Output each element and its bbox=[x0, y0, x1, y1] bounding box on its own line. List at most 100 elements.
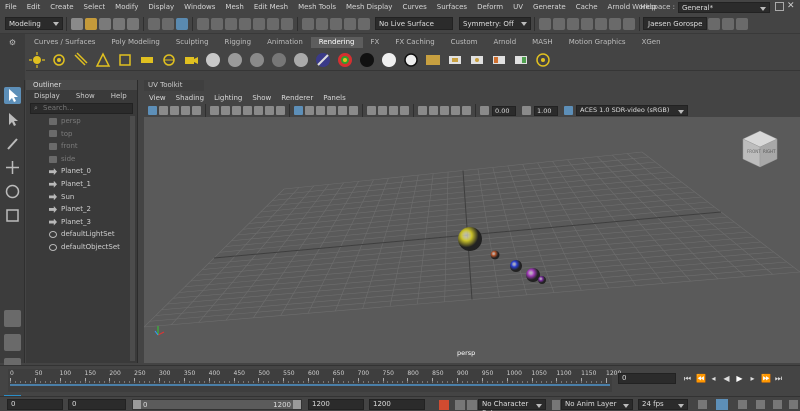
sky-light-icon[interactable] bbox=[161, 52, 177, 68]
range-slider-handle-right[interactable] bbox=[293, 400, 301, 409]
menu-uv[interactable]: UV bbox=[508, 0, 528, 14]
field-chart-icon[interactable] bbox=[265, 106, 274, 115]
outliner-item-top[interactable]: top bbox=[26, 128, 137, 141]
xray-icon[interactable] bbox=[429, 106, 438, 115]
shelf-tab-poly-modeling[interactable]: Poly Modeling bbox=[103, 37, 167, 48]
menu-mesh-display[interactable]: Mesh Display bbox=[341, 0, 397, 14]
planet-0-sphere[interactable] bbox=[490, 250, 500, 260]
grid-icon[interactable] bbox=[221, 106, 230, 115]
outliner-menu-help[interactable]: Help bbox=[103, 90, 135, 102]
exposure-icon[interactable] bbox=[480, 106, 489, 115]
step-back-frame-icon[interactable]: ◂ bbox=[709, 374, 718, 383]
2d-pan-zoom-icon[interactable] bbox=[192, 106, 201, 115]
outliner-item-defaultobjectset[interactable]: defaultObjectSet bbox=[26, 241, 137, 254]
wireframe-icon[interactable] bbox=[294, 106, 303, 115]
mask-deformers-icon[interactable] bbox=[253, 17, 265, 30]
menu-arnold[interactable]: Arnold bbox=[603, 0, 636, 14]
menu-generate[interactable]: Generate bbox=[528, 0, 571, 14]
bookmark-icon[interactable] bbox=[170, 106, 179, 115]
batch-render-icon[interactable] bbox=[469, 52, 485, 68]
playback-settings-icon[interactable] bbox=[773, 400, 782, 409]
render-layer-icon[interactable] bbox=[491, 52, 507, 68]
menu-surfaces[interactable]: Surfaces bbox=[432, 0, 472, 14]
grease-pencil-icon[interactable] bbox=[210, 106, 219, 115]
view-cube[interactable]: FRONT RIGHT bbox=[740, 129, 780, 171]
menu-modify[interactable]: Modify bbox=[110, 0, 143, 14]
attribute-editor-icon[interactable] bbox=[722, 17, 735, 30]
mask-dynamics-icon[interactable] bbox=[267, 17, 279, 30]
viewport-menu-shading[interactable]: Shading bbox=[171, 92, 209, 104]
volume-light-icon[interactable] bbox=[139, 52, 155, 68]
render-settings-icon[interactable] bbox=[581, 17, 593, 30]
mask-curves-icon[interactable] bbox=[225, 17, 237, 30]
menu-windows[interactable]: Windows bbox=[179, 0, 220, 14]
camera-light-icon[interactable] bbox=[183, 52, 199, 68]
make-live-icon[interactable] bbox=[358, 17, 370, 30]
directional-light-icon[interactable] bbox=[73, 51, 89, 68]
gate-mask-icon[interactable] bbox=[254, 106, 263, 115]
playback-start-field[interactable]: 0 bbox=[68, 399, 126, 410]
sun-sphere[interactable] bbox=[458, 227, 482, 251]
motion-blur-icon[interactable] bbox=[378, 106, 387, 115]
shelf-tab-mash[interactable]: MASH bbox=[524, 37, 561, 48]
outliner-menu-show[interactable]: Show bbox=[68, 90, 103, 102]
wireframe-on-shaded-icon[interactable] bbox=[316, 106, 325, 115]
ipr-render-icon[interactable] bbox=[567, 17, 579, 30]
select-hierarchy-icon[interactable] bbox=[148, 17, 160, 30]
color-management-icon[interactable] bbox=[564, 106, 573, 115]
close-icon[interactable]: ✕ bbox=[787, 2, 796, 11]
xray-active-icon[interactable] bbox=[440, 106, 449, 115]
scale-tool-icon[interactable] bbox=[4, 207, 21, 224]
render-graph-icon[interactable] bbox=[425, 52, 441, 68]
menu-display[interactable]: Display bbox=[143, 0, 179, 14]
shadows-icon[interactable] bbox=[349, 106, 358, 115]
outliner-search-input[interactable]: ⌕ Search... bbox=[30, 103, 133, 114]
material-rainbow-icon[interactable] bbox=[337, 52, 353, 68]
playback-end-field[interactable]: 1200 bbox=[308, 399, 364, 410]
end-time-field[interactable]: 1200 bbox=[369, 399, 425, 410]
image-plane-icon[interactable] bbox=[181, 106, 190, 115]
mode-selector[interactable]: Modeling bbox=[5, 17, 63, 30]
hypershade-icon[interactable] bbox=[595, 17, 607, 30]
go-to-start-icon[interactable]: ⏮ bbox=[683, 374, 692, 383]
material-sphere-1-icon[interactable] bbox=[205, 52, 221, 68]
anim-layer-icon[interactable] bbox=[552, 400, 560, 410]
start-time-field[interactable]: 0 bbox=[7, 399, 63, 410]
select-object-icon[interactable] bbox=[162, 17, 174, 30]
outliner-item-planet-0[interactable]: Planet_0 bbox=[26, 165, 137, 178]
shelf-tab-sculpting[interactable]: Sculpting bbox=[168, 37, 217, 48]
use-all-lights-icon[interactable] bbox=[338, 106, 347, 115]
live-surface-field[interactable]: No Live Surface bbox=[375, 17, 453, 30]
snap-point-icon[interactable] bbox=[330, 17, 342, 30]
mask-joints-icon[interactable] bbox=[211, 17, 223, 30]
screen-space-ao-icon[interactable] bbox=[367, 106, 376, 115]
viewport-menu-renderer[interactable]: Renderer bbox=[276, 92, 318, 104]
menu-edit-mesh[interactable]: Edit Mesh bbox=[249, 0, 293, 14]
depth-of-field-icon[interactable] bbox=[400, 106, 409, 115]
user-account[interactable]: Jaesen Gorospe bbox=[643, 17, 708, 30]
planet-1-sphere[interactable] bbox=[510, 260, 522, 272]
shelf-tab-arnold[interactable]: Arnold bbox=[486, 37, 525, 48]
character-set-dropdown[interactable]: No Character Set bbox=[478, 399, 546, 411]
material-sphere-5-icon[interactable] bbox=[293, 52, 309, 68]
render-pass-icon[interactable] bbox=[513, 52, 529, 68]
render-sequence-icon[interactable] bbox=[447, 52, 463, 68]
step-forward-frame-icon[interactable]: ▸ bbox=[748, 374, 757, 383]
area-light-icon[interactable] bbox=[117, 52, 133, 68]
outliner-item-defaultlightset[interactable]: defaultLightSet bbox=[26, 228, 137, 241]
move-tool-icon[interactable] bbox=[4, 159, 21, 176]
outliner-item-side[interactable]: side bbox=[26, 153, 137, 166]
menu-mesh-tools[interactable]: Mesh Tools bbox=[293, 0, 341, 14]
render-target-icon[interactable] bbox=[535, 52, 551, 68]
render-frame-icon[interactable] bbox=[553, 17, 565, 30]
step-back-key-icon[interactable]: ⏪ bbox=[696, 374, 706, 383]
exposure-field[interactable]: 0.00 bbox=[492, 105, 516, 116]
snap-view-plane-icon[interactable] bbox=[344, 17, 356, 30]
material-sphere-4-icon[interactable] bbox=[271, 52, 287, 68]
shelf-tab-custom[interactable]: Custom bbox=[443, 37, 486, 48]
sidebar-toggle-icon[interactable] bbox=[708, 17, 721, 30]
speed-icon[interactable] bbox=[789, 400, 798, 409]
undo-icon[interactable] bbox=[113, 17, 125, 30]
outliner-item-front[interactable]: front bbox=[26, 140, 137, 153]
shelf-tab-xgen[interactable]: XGen bbox=[634, 37, 669, 48]
